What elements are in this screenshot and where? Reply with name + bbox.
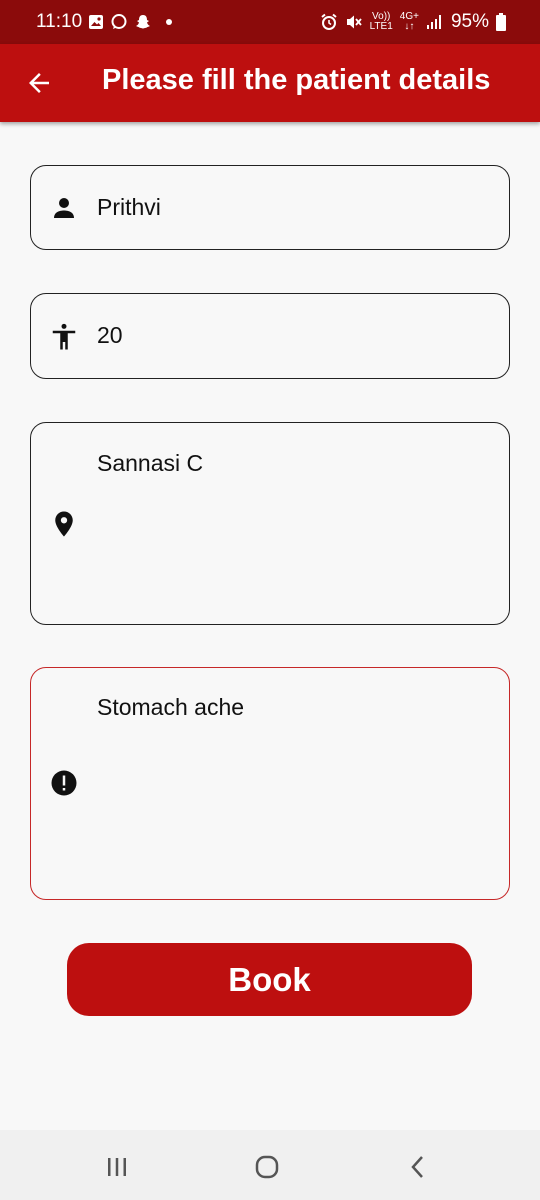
recent-apps-icon[interactable] [100,1150,134,1184]
status-time: 11:10 [36,11,83,32]
signal-icon [426,15,441,29]
page-title: Please fill the patient details [102,64,491,96]
person-icon [54,198,74,218]
mute-icon [346,15,362,29]
back-nav-icon[interactable] [402,1150,436,1184]
age-value: 20 [97,322,123,348]
app-bar: Please fill the patient details [0,44,540,122]
gallery-icon [89,15,104,29]
accessibility-icon [52,323,76,350]
notification-dot-icon [166,19,173,25]
navigation-bar [0,1130,540,1200]
problem-field[interactable]: Stomach ache [30,667,510,900]
status-left: 11:10 [36,11,173,33]
data-arrows-icon: ↓↑ [404,21,415,32]
address-value: Sannasi C [97,450,204,476]
name-field[interactable]: Prithvi [30,165,510,250]
battery-icon [496,13,506,31]
battery-percent: 95% [450,11,489,32]
volte-indicator: Vo)) LTE1 [369,11,393,32]
name-value: Prithvi [97,194,161,220]
snapchat-icon [136,15,151,29]
error-icon [51,770,77,796]
alarm-icon [320,13,337,30]
problem-value: Stomach ache [97,694,245,720]
home-icon[interactable] [250,1150,284,1184]
location-pin-icon [55,511,73,537]
age-field[interactable]: 20 [30,293,510,379]
status-bar: 11:10 Vo)) LTE1 4G+ ↓↑ 95% [0,0,540,44]
arrow-back-icon[interactable] [24,68,54,98]
whatsapp-icon [111,14,127,29]
status-right: Vo)) LTE1 4G+ ↓↑ 95% [320,11,506,33]
book-button[interactable]: Book [67,943,472,1016]
address-field[interactable]: Sannasi C [30,422,510,625]
network-indicator: 4G+ ↓↑ [399,11,419,32]
